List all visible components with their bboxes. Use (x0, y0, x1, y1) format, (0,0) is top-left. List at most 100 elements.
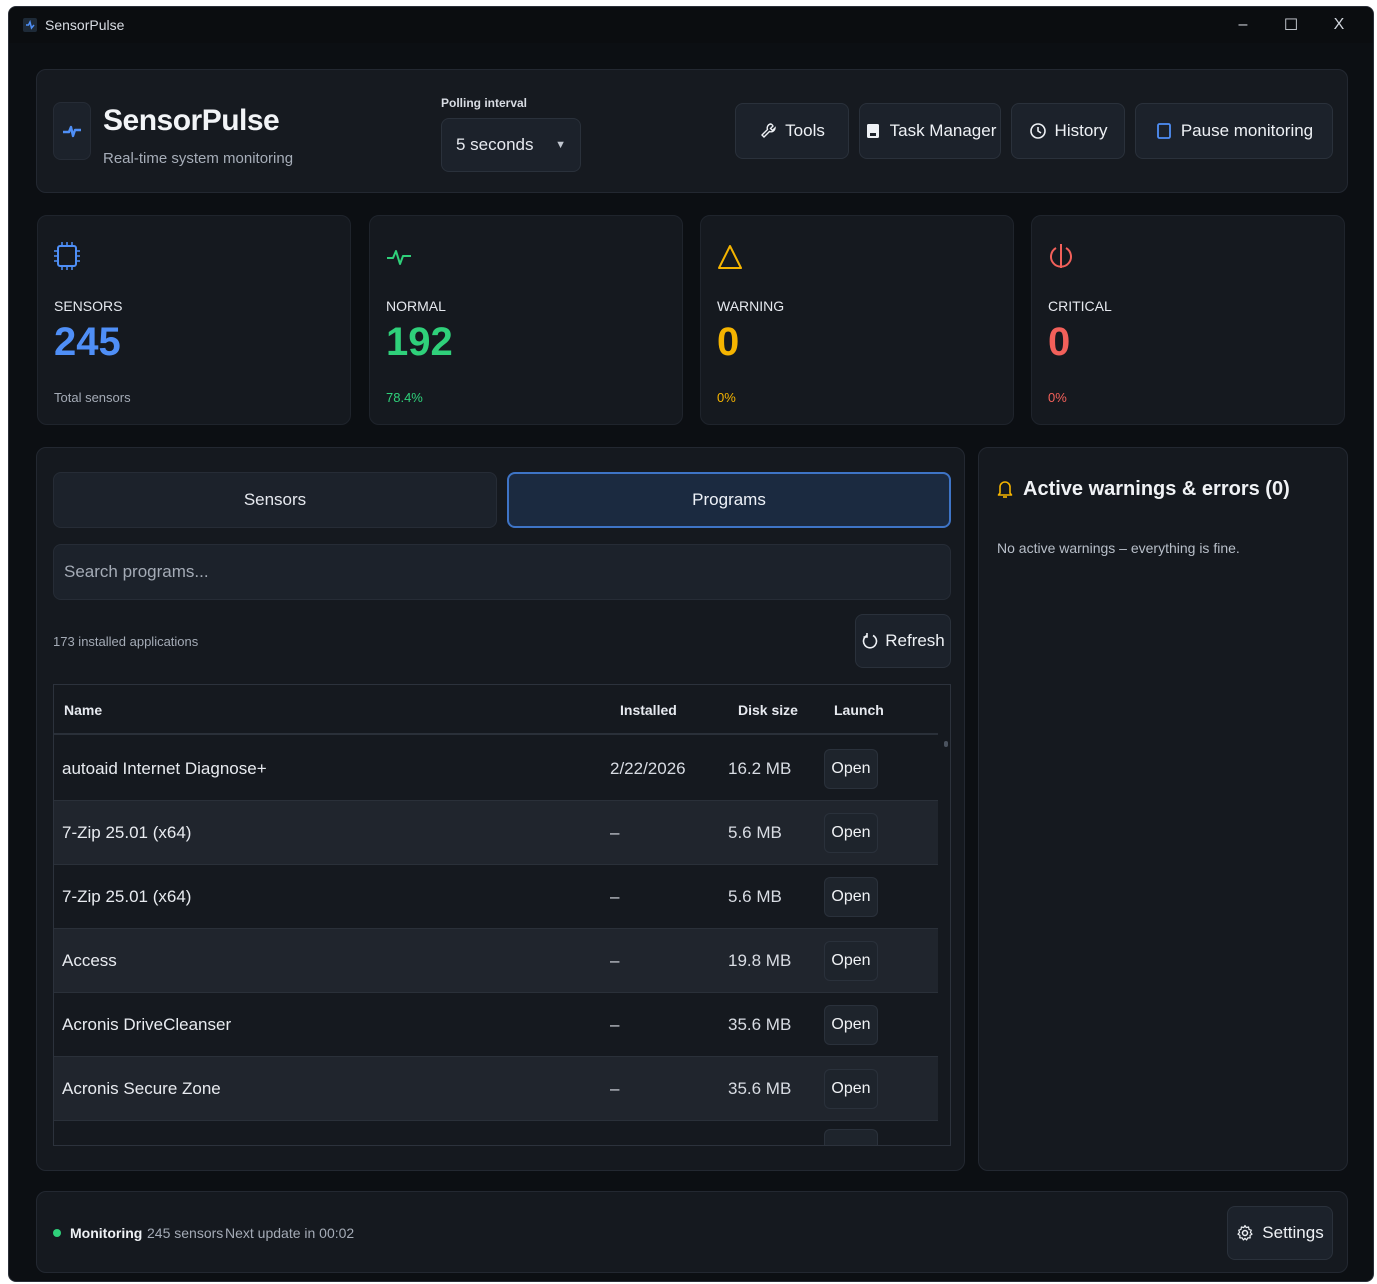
header-panel: SensorPulse Real-time system monitoring … (36, 69, 1348, 193)
program-size: 19.8 MB (728, 951, 792, 970)
stat-value: 0 (717, 320, 740, 364)
history-label: History (1054, 121, 1108, 140)
program-name: Acronis DriveCleanser (62, 1015, 232, 1034)
refresh-button[interactable]: Refresh (855, 614, 951, 668)
pulse-icon (387, 250, 411, 265)
pause-icon (1156, 123, 1171, 139)
polling-label: Polling interval (441, 96, 528, 110)
column-installed[interactable]: Installed (620, 702, 677, 718)
logo-icon (53, 102, 91, 160)
stat-card-critical: CRITICAL 0 0% (1031, 215, 1345, 425)
stat-value: 192 (386, 320, 453, 364)
open-button[interactable]: Open (824, 1005, 878, 1045)
tab-programs[interactable]: Programs (507, 472, 951, 528)
bell-icon (997, 481, 1013, 498)
program-size: 16.2 MB (728, 759, 792, 778)
program-installed: – (610, 887, 620, 906)
program-size: 5.6 MB (728, 887, 782, 906)
open-button[interactable] (824, 1129, 878, 1145)
task-manager-label: Task Manager (889, 121, 997, 140)
tools-label: Tools (785, 121, 825, 140)
open-button[interactable]: Open (824, 941, 878, 981)
polling-interval-select[interactable]: 5 seconds ▼ (441, 118, 581, 172)
stat-label: WARNING (717, 298, 785, 314)
table-row[interactable]: Acronis DriveCleanser – 35.6 MB Open (54, 993, 938, 1057)
warnings-panel: Active warnings & errors (0) No active w… (978, 447, 1348, 1171)
table-row[interactable]: 7-Zip 25.01 (x64) – 5.6 MB Open (54, 865, 938, 929)
app-subtitle: Real-time system monitoring (103, 150, 294, 167)
stat-label: SENSORS (54, 298, 123, 314)
stat-card-sensors: SENSORS 245 Total sensors (37, 215, 351, 425)
installed-count: 173 installed applications (53, 634, 199, 649)
stat-card-normal: NORMAL 192 78.4% (369, 215, 683, 425)
sensor-count: 245 sensors (147, 1225, 224, 1241)
app-name: SensorPulse (103, 104, 280, 137)
stat-value: 0 (1048, 320, 1071, 364)
table-row[interactable]: autoaid Internet Diagnose+ 2/22/2026 16.… (54, 737, 938, 801)
table-row[interactable]: 7-Zip 25.01 (x64) – 5.6 MB Open (54, 801, 938, 865)
program-name: 7-Zip 25.01 (x64) (62, 823, 192, 842)
program-installed: – (610, 1015, 620, 1034)
column-launch: Launch (834, 702, 884, 718)
wrench-icon (761, 123, 776, 138)
program-size: 5.6 MB (728, 823, 782, 842)
settings-button[interactable]: Settings (1227, 1206, 1333, 1260)
stat-sub: 78.4% (386, 390, 423, 405)
next-update: Next update in 00:02 (225, 1225, 355, 1241)
table-scrollbar[interactable] (944, 741, 948, 747)
program-name: Acronis Secure Zone (62, 1079, 221, 1098)
chip-icon (54, 242, 80, 270)
stat-value: 245 (54, 320, 121, 364)
program-size: 35.6 MB (728, 1015, 792, 1034)
window-title: SensorPulse (45, 17, 125, 33)
search-input[interactable] (53, 544, 951, 600)
open-button[interactable]: Open (824, 813, 878, 853)
program-size: 35.6 MB (728, 1079, 792, 1098)
stat-sub: Total sensors (54, 390, 131, 405)
warnings-title: Active warnings & errors (0) (1023, 478, 1290, 500)
column-name[interactable]: Name (64, 702, 102, 718)
stat-sub: 0% (717, 390, 736, 405)
history-button[interactable]: History (1011, 103, 1125, 159)
clock-icon (1029, 123, 1046, 139)
status-bar: Monitoring 245 sensors Next update in 00… (36, 1191, 1348, 1273)
tools-button[interactable]: Tools (735, 103, 849, 159)
table-row-partial[interactable] (54, 1121, 938, 1145)
table-row[interactable]: Acronis Secure Zone – 35.6 MB Open (54, 1057, 938, 1121)
program-name: autoaid Internet Diagnose+ (62, 759, 267, 778)
chevron-down-icon: ▼ (555, 139, 566, 151)
table-row[interactable]: Access – 19.8 MB Open (54, 929, 938, 993)
stat-sub: 0% (1048, 390, 1067, 405)
column-disk-size[interactable]: Disk size (738, 702, 798, 718)
settings-label: Settings (1262, 1223, 1324, 1242)
app-icon (23, 18, 37, 32)
program-name: Access (62, 951, 117, 970)
maximize-button[interactable]: ☐ (1267, 7, 1315, 43)
program-installed: – (610, 1079, 620, 1098)
table-header: Name Installed Disk size Launch (54, 685, 938, 735)
status-dot-icon (53, 1229, 61, 1237)
programs-panel: Sensors Programs 173 installed applicati… (36, 447, 965, 1171)
title-bar: SensorPulse – ☐ X (9, 7, 1373, 43)
program-name: 7-Zip 25.01 (x64) (62, 887, 192, 906)
tab-sensors[interactable]: Sensors (53, 472, 497, 528)
minimize-button[interactable]: – (1219, 7, 1267, 43)
close-button[interactable]: X (1315, 7, 1363, 43)
program-installed: – (610, 823, 620, 842)
program-installed: 2/22/2026 (610, 759, 686, 778)
open-button[interactable]: Open (824, 749, 878, 789)
power-icon (1050, 244, 1072, 268)
stat-card-warning: WARNING 0 0% (700, 215, 1014, 425)
task-manager-button[interactable]: Task Manager (859, 103, 1001, 159)
document-icon (866, 124, 879, 138)
refresh-label: Refresh (885, 631, 945, 650)
program-installed: – (610, 951, 620, 970)
open-button[interactable]: Open (824, 1069, 878, 1109)
open-button[interactable]: Open (824, 877, 878, 917)
pause-monitoring-button[interactable]: Pause monitoring (1135, 103, 1333, 159)
programs-table: Name Installed Disk size Launch autoaid … (53, 684, 951, 1146)
warning-triangle-icon (718, 245, 742, 269)
pause-label: Pause monitoring (1180, 121, 1314, 140)
app-window: SensorPulse – ☐ X SensorPulse Real-time … (8, 6, 1374, 1282)
refresh-icon (863, 633, 878, 649)
